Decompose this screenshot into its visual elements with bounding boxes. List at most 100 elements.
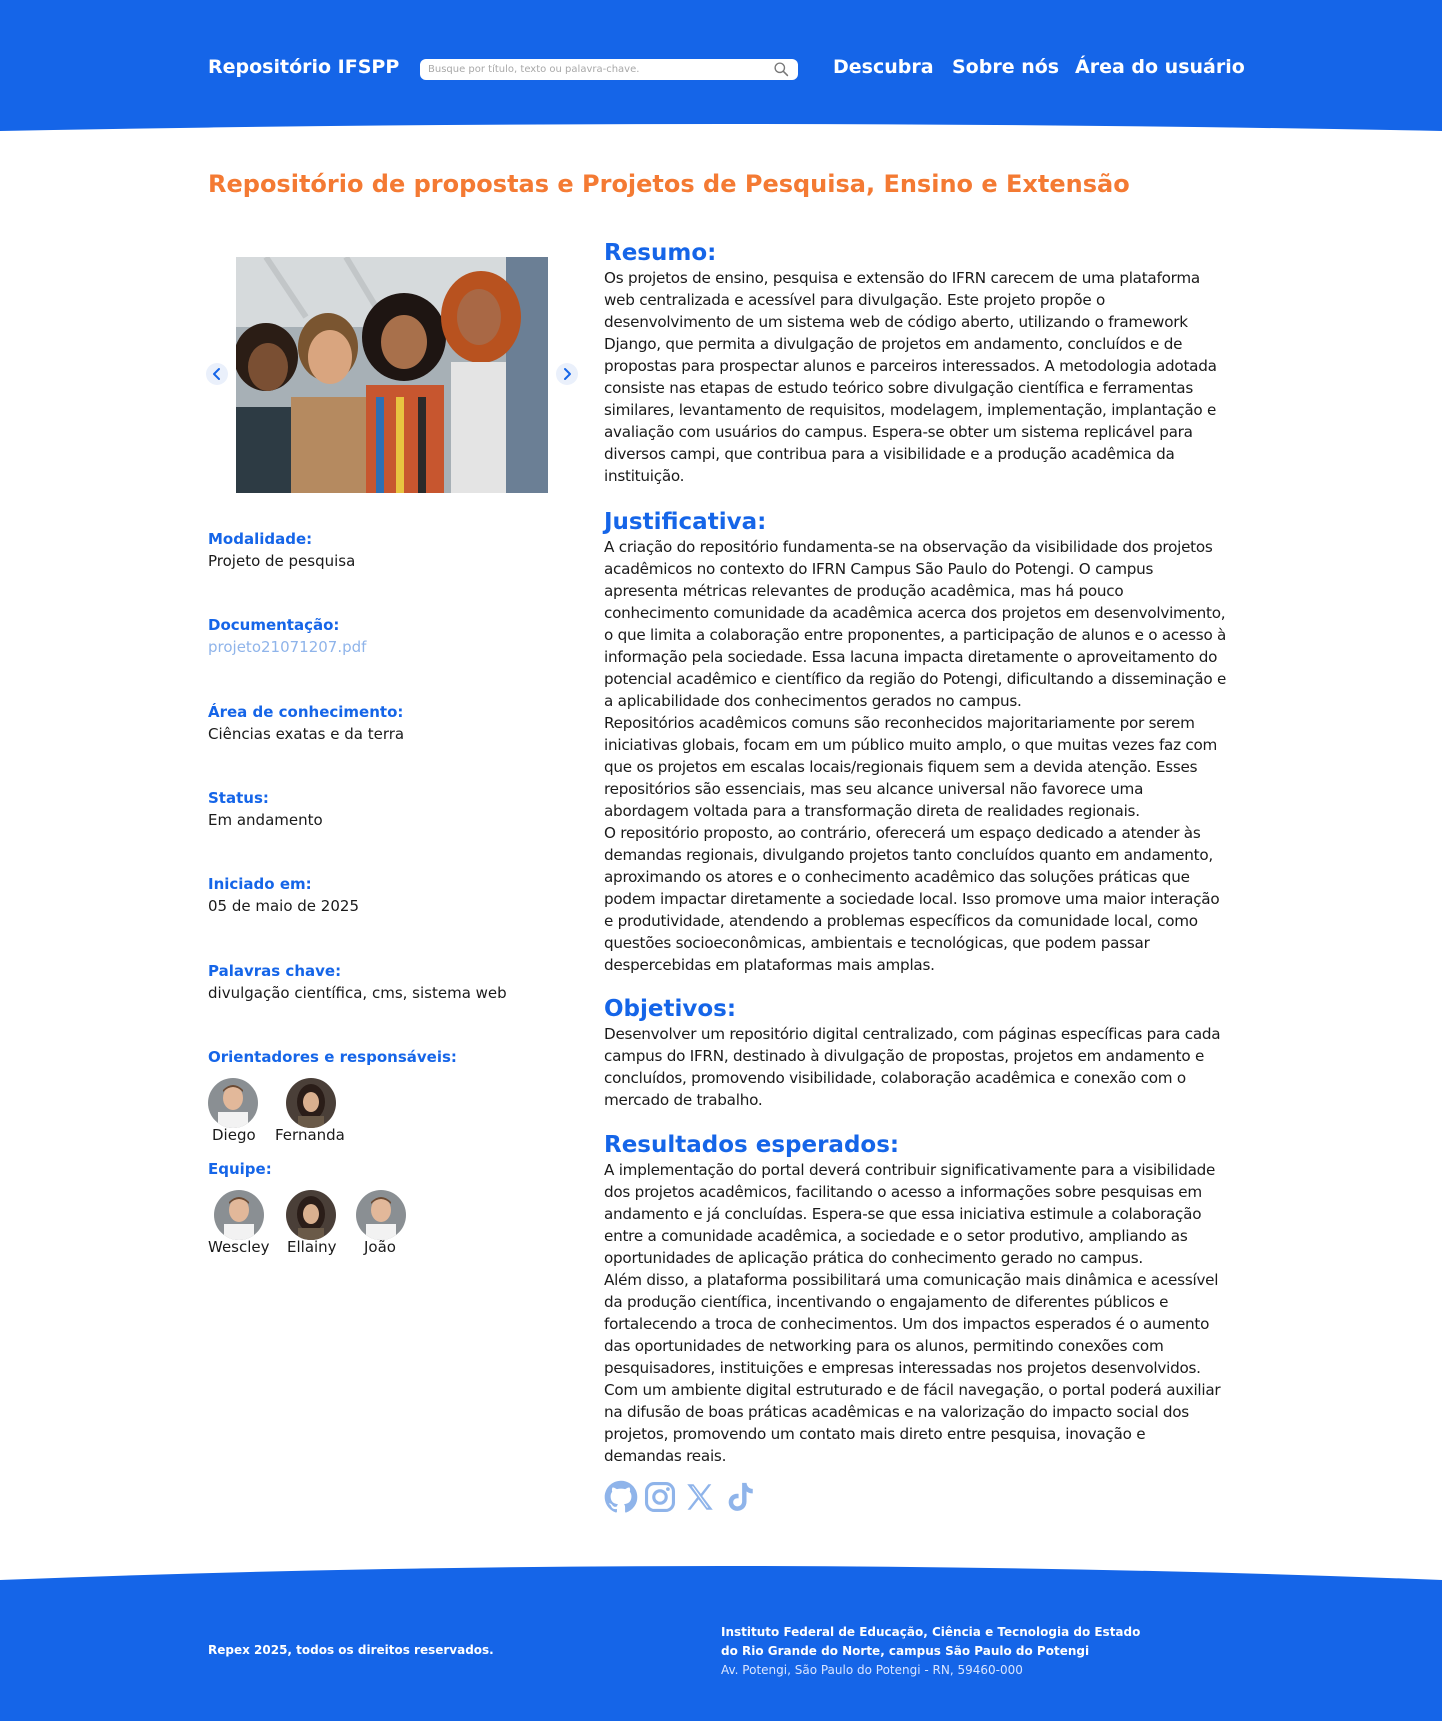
- text-line: potencial acadêmico e científico da regi…: [604, 670, 1227, 688]
- team-photo: [236, 257, 548, 493]
- search-input[interactable]: [428, 59, 768, 80]
- text-line: podem impactar diretamente a sociedade l…: [604, 890, 1220, 908]
- text-line: despercebidas em plataformas mais amplas…: [604, 956, 935, 974]
- meta-label: Modalidade:: [208, 530, 313, 548]
- github-icon[interactable]: [604, 1480, 638, 1514]
- avatar-photo: [356, 1190, 406, 1240]
- text-line: informação pela sociedade. Essa lacuna i…: [604, 648, 1218, 666]
- advisor-name: Diego: [212, 1126, 256, 1144]
- section-text: Os projetos de ensino, pesquisa e extens…: [604, 267, 1234, 487]
- text-line: projetos, promovendo um contato mais dir…: [604, 1425, 1146, 1443]
- text-line: propostas para prospectar alunos e parce…: [604, 357, 1217, 375]
- meta-value: Projeto de pesquisa: [208, 552, 356, 570]
- section-text: A implementação do portal deverá contrib…: [604, 1159, 1234, 1467]
- text-line: Repositórios acadêmicos comuns são recon…: [604, 714, 1195, 732]
- text-line: consiste nas etapas de estudo teórico so…: [604, 379, 1194, 397]
- text-line: A implementação do portal deverá contrib…: [604, 1161, 1216, 1179]
- section-title: Resultados esperados:: [604, 1132, 900, 1158]
- text-line: questões socioeconômicas, ambientais e t…: [604, 934, 1150, 952]
- advisors-heading: Orientadores e responsáveis:: [208, 1046, 568, 1068]
- text-line: web centralizada e acessível para divulg…: [604, 291, 1106, 309]
- section-resultados: Resultados esperados: A implementação do…: [604, 1131, 1234, 1467]
- meta-label: Iniciado em:: [208, 875, 312, 893]
- text-line: diversos campi, que contribua para a vis…: [604, 445, 1175, 463]
- copyright: Repex 2025, todos os direitos reservados…: [208, 1643, 494, 1657]
- page-title: Repositório de propostas e Projetos de P…: [208, 170, 1130, 198]
- document-link[interactable]: projeto21071207.pdf: [208, 636, 568, 658]
- carousel-prev-button[interactable]: [206, 363, 228, 385]
- avatar-ellainy[interactable]: [286, 1190, 336, 1240]
- text-line: entre a comunidade acadêmica, a sociedad…: [604, 1227, 1188, 1245]
- text-line: dos projetos acadêmicos, facilitando o a…: [604, 1183, 1202, 1201]
- meta-label: Documentação:: [208, 616, 340, 634]
- text-line: oportunidades de aplicação prática do co…: [604, 1249, 1143, 1267]
- section-resumo: Resumo: Os projetos de ensino, pesquisa …: [604, 239, 1234, 487]
- meta-iniciado-em: Iniciado em: 05 de maio de 2025: [208, 873, 568, 917]
- text-line: iniciativas globais, focam em um público…: [604, 736, 1218, 754]
- text-line: na difusão de boas práticas acadêmicas e…: [604, 1403, 1189, 1421]
- section-text: A criação do repositório fundamenta-se n…: [604, 536, 1234, 976]
- avatar-photo: [286, 1190, 336, 1240]
- team-member-name: Wescley: [208, 1238, 270, 1256]
- avatar-fernanda[interactable]: [286, 1078, 336, 1128]
- avatar-photo: [214, 1190, 264, 1240]
- meta-value: Em andamento: [208, 811, 323, 829]
- text-line: Os projetos de ensino, pesquisa e extens…: [604, 269, 1200, 287]
- tiktok-icon[interactable]: [723, 1480, 757, 1514]
- text-line: da produção científica, incentivando o e…: [604, 1293, 1169, 1311]
- text-line: demandas regionais, divulgando projetos …: [604, 846, 1213, 864]
- avatar-joao[interactable]: [356, 1190, 406, 1240]
- institution-info: Instituto Federal de Educação, Ciência e…: [721, 1623, 1140, 1680]
- instagram-icon[interactable]: [643, 1480, 677, 1514]
- nav-area-do-usuario[interactable]: Área do usuário: [1075, 56, 1245, 78]
- text-line: A criação do repositório fundamenta-se n…: [604, 538, 1213, 556]
- meta-value: Ciências exatas e da terra: [208, 725, 405, 743]
- text-line: repositórios são essenciais, mas seu alc…: [604, 780, 1144, 798]
- text-line: acadêmicos no contexto do IFRN Campus Sã…: [604, 560, 1154, 578]
- text-line: Com um ambiente digital estruturado e de…: [604, 1381, 1221, 1399]
- institution-name-line1: Instituto Federal de Educação, Ciência e…: [721, 1625, 1141, 1639]
- section-text: Desenvolver um repositório digital centr…: [604, 1023, 1234, 1111]
- avatar-photo: [286, 1078, 336, 1128]
- text-line: concluídos, promovendo visibilidade, col…: [604, 1069, 1186, 1087]
- text-line: Django, que permita a divulgação de proj…: [604, 335, 1183, 353]
- meta-modalidade: Modalidade: Projeto de pesquisa: [208, 528, 568, 572]
- meta-label: Área de conhecimento:: [208, 703, 404, 721]
- meta-value: 05 de maio de 2025: [208, 897, 359, 915]
- meta-label: Equipe:: [208, 1160, 272, 1178]
- section-title: Justificativa:: [604, 509, 767, 535]
- team-member-name: João: [364, 1238, 396, 1256]
- nav-sobre-nos[interactable]: Sobre nós: [952, 56, 1059, 78]
- institution-address: Av. Potengi, São Paulo do Potengi - RN, …: [721, 1663, 1023, 1677]
- text-line: desenvolvimento de um sistema web de cód…: [604, 313, 1188, 331]
- text-line: apresenta métricas relevantes de produçã…: [604, 582, 1124, 600]
- text-line: Desenvolver um repositório digital centr…: [604, 1025, 1221, 1043]
- brand-name[interactable]: Repositório IFSPP: [208, 56, 399, 78]
- advisor-name: Fernanda: [275, 1126, 345, 1144]
- meta-documentacao: Documentação: projeto21071207.pdf: [208, 614, 568, 658]
- nav-descubra[interactable]: Descubra: [833, 56, 934, 78]
- text-line: das oportunidades de networking para os …: [604, 1337, 1164, 1355]
- section-title: Resumo:: [604, 240, 717, 266]
- site-header: Repositório IFSPP Descubra Sobre nós Áre…: [0, 0, 1442, 150]
- text-line: mercado de trabalho.: [604, 1091, 763, 1109]
- avatar-diego[interactable]: [208, 1078, 258, 1128]
- text-line: instituição.: [604, 467, 685, 485]
- text-line: aproximando os atores e o conhecimento a…: [604, 868, 1190, 886]
- text-line: a aplicabilidade dos conhecimentos gerad…: [604, 692, 1022, 710]
- x-icon[interactable]: [683, 1480, 717, 1514]
- text-line: andamento e já concluídas. Espera-se que…: [604, 1205, 1202, 1223]
- text-line: conhecimento comunidade da acadêmica ace…: [604, 604, 1226, 622]
- text-line: que os projetos em escalas locais/region…: [604, 758, 1198, 776]
- text-line: pesquisadores, instituições e empresas i…: [604, 1359, 1201, 1377]
- text-line: abordagem voltada para a transformação d…: [604, 802, 1140, 820]
- search-box[interactable]: [420, 59, 798, 80]
- meta-palavras-chave: Palavras chave: divulgação científica, c…: [208, 960, 568, 1004]
- avatar-wescley[interactable]: [214, 1190, 264, 1240]
- carousel-image: [236, 257, 548, 493]
- carousel-next-button[interactable]: [556, 363, 578, 385]
- institution-name-line2: do Rio Grande do Norte, campus São Paulo…: [721, 1644, 1090, 1658]
- section-justificativa: Justificativa: A criação do repositório …: [604, 508, 1234, 976]
- search-icon[interactable]: [773, 61, 790, 78]
- text-line: campus do IFRN, destinado à divulgação d…: [604, 1047, 1205, 1065]
